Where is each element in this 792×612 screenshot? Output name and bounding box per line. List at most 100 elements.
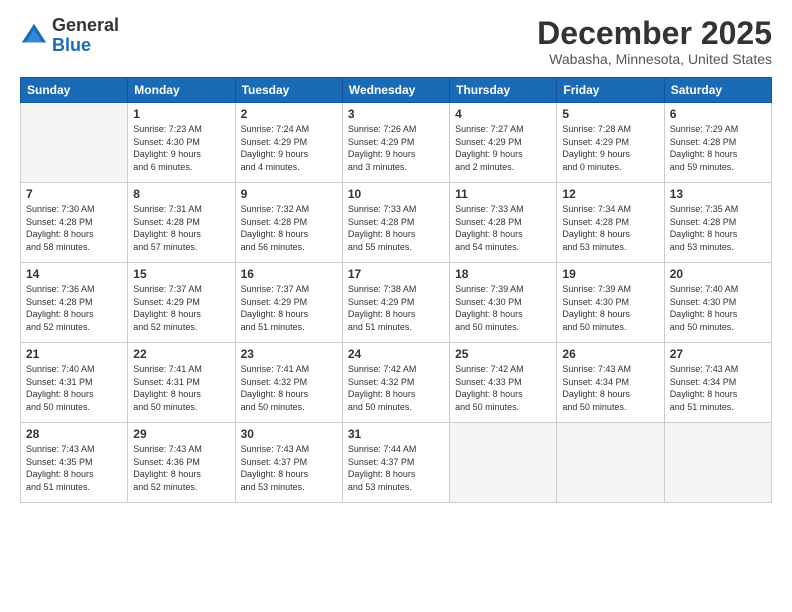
calendar-cell — [664, 423, 771, 503]
day-info: Sunrise: 7:37 AM Sunset: 4:29 PM Dayligh… — [241, 283, 337, 333]
day-info: Sunrise: 7:39 AM Sunset: 4:30 PM Dayligh… — [562, 283, 658, 333]
weekday-header-saturday: Saturday — [664, 78, 771, 103]
day-number: 30 — [241, 427, 337, 441]
day-info: Sunrise: 7:41 AM Sunset: 4:32 PM Dayligh… — [241, 363, 337, 413]
day-info: Sunrise: 7:35 AM Sunset: 4:28 PM Dayligh… — [670, 203, 766, 253]
weekday-header-sunday: Sunday — [21, 78, 128, 103]
day-info: Sunrise: 7:24 AM Sunset: 4:29 PM Dayligh… — [241, 123, 337, 173]
day-number: 3 — [348, 107, 444, 121]
day-number: 14 — [26, 267, 122, 281]
calendar-cell: 19Sunrise: 7:39 AM Sunset: 4:30 PM Dayli… — [557, 263, 664, 343]
calendar-cell — [21, 103, 128, 183]
calendar-cell: 27 Sunrise: 7:43 AM Sunset: 4:34 PM Dayli… — [664, 343, 771, 423]
calendar-cell: 8 Sunrise: 7:31 AM Sunset: 4:28 PM Daylig… — [128, 183, 235, 263]
day-number: 8 — [133, 187, 229, 201]
day-info: Sunrise: 7:38 AM Sunset: 4:29 PM Dayligh… — [348, 283, 444, 333]
day-number: 12 — [562, 187, 658, 201]
calendar-cell: 4 Sunrise: 7:27 AM Sunset: 4:29 PM Daylig… — [450, 103, 557, 183]
day-info: Sunrise: 7:43 AM Sunset: 4:34 PM Dayligh… — [670, 363, 766, 413]
day-number: 13 — [670, 187, 766, 201]
calendar-cell — [557, 423, 664, 503]
weekday-header-wednesday: Wednesday — [342, 78, 449, 103]
week-row-3: 14Sunrise: 7:36 AM Sunset: 4:28 PM Dayli… — [21, 263, 772, 343]
day-number: 22 — [133, 347, 229, 361]
day-info: Sunrise: 7:44 AM Sunset: 4:37 PM Dayligh… — [348, 443, 444, 493]
day-number: 4 — [455, 107, 551, 121]
calendar-cell — [450, 423, 557, 503]
weekday-header-friday: Friday — [557, 78, 664, 103]
day-info: Sunrise: 7:43 AM Sunset: 4:35 PM Dayligh… — [26, 443, 122, 493]
weekday-header-thursday: Thursday — [450, 78, 557, 103]
day-number: 18 — [455, 267, 551, 281]
calendar-cell: 24Sunrise: 7:42 AM Sunset: 4:32 PM Dayli… — [342, 343, 449, 423]
logo: General Blue — [20, 16, 119, 56]
calendar-cell: 13 Sunrise: 7:35 AM Sunset: 4:28 PM Dayli… — [664, 183, 771, 263]
day-number: 20 — [670, 267, 766, 281]
calendar-cell: 15 Sunrise: 7:37 AM Sunset: 4:29 PM Dayli… — [128, 263, 235, 343]
day-info: Sunrise: 7:32 AM Sunset: 4:28 PM Dayligh… — [241, 203, 337, 253]
day-info: Sunrise: 7:27 AM Sunset: 4:29 PM Dayligh… — [455, 123, 551, 173]
day-info: Sunrise: 7:40 AM Sunset: 4:30 PM Dayligh… — [670, 283, 766, 333]
calendar-cell: 23 Sunrise: 7:41 AM Sunset: 4:32 PM Dayli… — [235, 343, 342, 423]
day-info: Sunrise: 7:37 AM Sunset: 4:29 PM Dayligh… — [133, 283, 229, 333]
day-number: 2 — [241, 107, 337, 121]
logo-blue: Blue — [52, 35, 91, 55]
day-info: Sunrise: 7:34 AM Sunset: 4:28 PM Dayligh… — [562, 203, 658, 253]
day-info: Sunrise: 7:43 AM Sunset: 4:34 PM Dayligh… — [562, 363, 658, 413]
weekday-header-tuesday: Tuesday — [235, 78, 342, 103]
calendar-cell: 7Sunrise: 7:30 AM Sunset: 4:28 PM Daylig… — [21, 183, 128, 263]
month-title: December 2025 — [537, 16, 772, 51]
calendar-cell: 6Sunrise: 7:29 AM Sunset: 4:28 PM Daylig… — [664, 103, 771, 183]
day-number: 1 — [133, 107, 229, 121]
weekday-header-row: SundayMondayTuesdayWednesdayThursdayFrid… — [21, 78, 772, 103]
day-info: Sunrise: 7:33 AM Sunset: 4:28 PM Dayligh… — [455, 203, 551, 253]
day-info: Sunrise: 7:28 AM Sunset: 4:29 PM Dayligh… — [562, 123, 658, 173]
calendar-cell: 5 Sunrise: 7:28 AM Sunset: 4:29 PM Daylig… — [557, 103, 664, 183]
calendar-cell: 21 Sunrise: 7:40 AM Sunset: 4:31 PM Dayli… — [21, 343, 128, 423]
day-number: 5 — [562, 107, 658, 121]
day-number: 29 — [133, 427, 229, 441]
logo-icon — [20, 22, 48, 50]
day-number: 7 — [26, 187, 122, 201]
calendar-cell: 25 Sunrise: 7:42 AM Sunset: 4:33 PM Dayli… — [450, 343, 557, 423]
calendar-cell: 10Sunrise: 7:33 AM Sunset: 4:28 PM Dayli… — [342, 183, 449, 263]
calendar-cell: 28 Sunrise: 7:43 AM Sunset: 4:35 PM Dayli… — [21, 423, 128, 503]
calendar-cell: 1 Sunrise: 7:23 AM Sunset: 4:30 PM Daylig… — [128, 103, 235, 183]
calendar-table: SundayMondayTuesdayWednesdayThursdayFrid… — [20, 77, 772, 503]
page: General Blue December 2025 Wabasha, Minn… — [0, 0, 792, 612]
day-number: 28 — [26, 427, 122, 441]
calendar-cell: 9Sunrise: 7:32 AM Sunset: 4:28 PM Daylig… — [235, 183, 342, 263]
title-block: December 2025 Wabasha, Minnesota, United… — [537, 16, 772, 67]
calendar-cell: 12 Sunrise: 7:34 AM Sunset: 4:28 PM Dayli… — [557, 183, 664, 263]
location: Wabasha, Minnesota, United States — [537, 51, 772, 67]
day-number: 25 — [455, 347, 551, 361]
weekday-header-monday: Monday — [128, 78, 235, 103]
calendar-cell: 31 Sunrise: 7:44 AM Sunset: 4:37 PM Dayli… — [342, 423, 449, 503]
day-number: 23 — [241, 347, 337, 361]
day-info: Sunrise: 7:42 AM Sunset: 4:33 PM Dayligh… — [455, 363, 551, 413]
day-number: 15 — [133, 267, 229, 281]
day-number: 17 — [348, 267, 444, 281]
day-info: Sunrise: 7:39 AM Sunset: 4:30 PM Dayligh… — [455, 283, 551, 333]
day-info: Sunrise: 7:40 AM Sunset: 4:31 PM Dayligh… — [26, 363, 122, 413]
logo-general: General — [52, 15, 119, 35]
day-number: 27 — [670, 347, 766, 361]
day-number: 21 — [26, 347, 122, 361]
calendar-cell: 22Sunrise: 7:41 AM Sunset: 4:31 PM Dayli… — [128, 343, 235, 423]
day-info: Sunrise: 7:43 AM Sunset: 4:36 PM Dayligh… — [133, 443, 229, 493]
calendar-cell: 3 Sunrise: 7:26 AM Sunset: 4:29 PM Daylig… — [342, 103, 449, 183]
day-number: 24 — [348, 347, 444, 361]
week-row-5: 28 Sunrise: 7:43 AM Sunset: 4:35 PM Dayli… — [21, 423, 772, 503]
calendar-cell: 29 Sunrise: 7:43 AM Sunset: 4:36 PM Dayli… — [128, 423, 235, 503]
calendar-cell: 17 Sunrise: 7:38 AM Sunset: 4:29 PM Dayli… — [342, 263, 449, 343]
day-number: 11 — [455, 187, 551, 201]
calendar-cell: 16Sunrise: 7:37 AM Sunset: 4:29 PM Dayli… — [235, 263, 342, 343]
calendar-cell: 14Sunrise: 7:36 AM Sunset: 4:28 PM Dayli… — [21, 263, 128, 343]
day-number: 31 — [348, 427, 444, 441]
header: General Blue December 2025 Wabasha, Minn… — [20, 16, 772, 67]
day-info: Sunrise: 7:26 AM Sunset: 4:29 PM Dayligh… — [348, 123, 444, 173]
day-number: 26 — [562, 347, 658, 361]
day-info: Sunrise: 7:31 AM Sunset: 4:28 PM Dayligh… — [133, 203, 229, 253]
day-info: Sunrise: 7:43 AM Sunset: 4:37 PM Dayligh… — [241, 443, 337, 493]
day-info: Sunrise: 7:23 AM Sunset: 4:30 PM Dayligh… — [133, 123, 229, 173]
